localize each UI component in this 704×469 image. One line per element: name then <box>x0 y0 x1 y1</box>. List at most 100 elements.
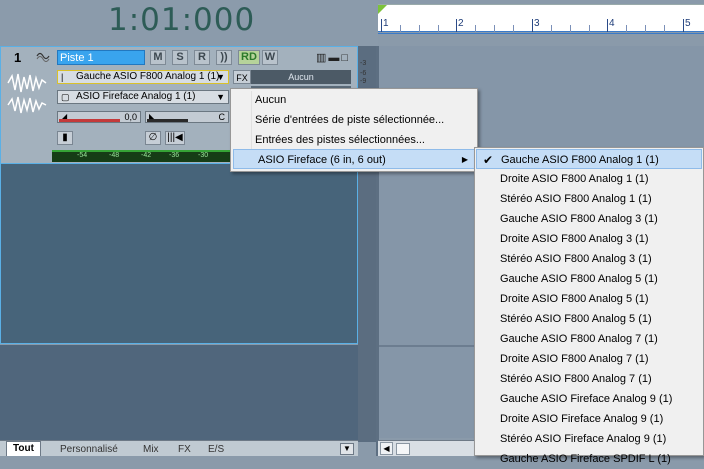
ruler-minor-tick <box>419 25 420 32</box>
maximize-icon[interactable]: □ <box>341 52 350 64</box>
waveform-icon <box>7 73 47 93</box>
menu-item-selected-inputs[interactable]: Entrées des pistes sélectionnées... <box>231 130 477 150</box>
tab-personnalise[interactable]: Personnalisé <box>54 443 124 456</box>
minimize-icon[interactable]: ▬ <box>328 52 341 64</box>
ruler-label: 3 <box>534 18 540 29</box>
track-input-value: Gauche ASIO F800 Analog 1 (1) <box>76 71 220 82</box>
tab-mix[interactable]: Mix <box>137 443 165 456</box>
menu-item-label: ASIO Fireface (6 in, 6 out) <box>258 154 386 166</box>
ruler-minor-tick <box>589 25 590 32</box>
menu-item-input-series[interactable]: Série d'entrées de piste sélectionnée... <box>231 110 477 130</box>
fx-chain-value[interactable]: Aucun <box>251 70 351 84</box>
volume-slider[interactable]: ◢ 0,0 <box>57 111 141 123</box>
ruler-tick <box>683 19 684 32</box>
ruler-tick <box>532 19 533 32</box>
submenu-item[interactable]: Droite ASIO F800 Analog 7 (1) <box>476 349 702 369</box>
ruler-minor-tick <box>513 25 514 32</box>
submenu-item[interactable]: Gauche ASIO Fireface SPDIF L (1) <box>476 449 702 469</box>
waveform-icon <box>7 96 47 114</box>
fx-button[interactable]: FX <box>233 70 251 84</box>
ruler-tick <box>456 19 457 32</box>
ruler-minor-tick <box>494 25 495 32</box>
scrollbar-thumb[interactable] <box>396 443 410 455</box>
output-icon: ▢ <box>61 92 70 102</box>
meter-db-label: -9 <box>360 78 367 85</box>
tab-es[interactable]: E/S <box>202 443 230 456</box>
record-arm-button[interactable]: R <box>194 50 210 65</box>
timeline-ruler[interactable]: 1 2 3 4 5 <box>378 4 704 32</box>
loop-marker-icon[interactable] <box>378 5 387 14</box>
ruler-minor-tick <box>438 25 439 32</box>
menu-item-asio-fireface[interactable]: ASIO Fireface (6 in, 6 out) ▶ <box>233 149 475 169</box>
time-display[interactable]: 1:01:000 <box>108 2 255 38</box>
submenu-item[interactable]: ✔ Gauche ASIO F800 Analog 1 (1) <box>476 149 702 169</box>
meter-scale-label: -36 <box>169 152 180 159</box>
meter-scale-label: -42 <box>141 152 152 159</box>
submenu-item[interactable]: Stéréo ASIO F800 Analog 7 (1) <box>476 369 702 389</box>
meter-scale-label: -54 <box>77 152 88 159</box>
submenu-item[interactable]: Gauche ASIO F800 Analog 3 (1) <box>476 209 702 229</box>
device-input-submenu: ✔ Gauche ASIO F800 Analog 1 (1) Droite A… <box>474 147 704 465</box>
solo-button[interactable]: S <box>172 50 188 65</box>
track-output-select[interactable]: ▢ ASIO Fireface Analog 1 (1) ▼ <box>57 90 229 104</box>
submenu-item[interactable]: Droite ASIO F800 Analog 3 (1) <box>476 229 702 249</box>
tab-tout[interactable]: Tout <box>6 441 41 456</box>
tab-fx[interactable]: FX <box>172 443 197 456</box>
track-input-select[interactable]: | Gauche ASIO F800 Analog 1 (1) ▼ <box>57 70 229 84</box>
submenu-arrow-icon: ▶ <box>461 155 468 164</box>
mute-button[interactable]: M <box>150 50 166 65</box>
track-name-field[interactable]: Piste 1 <box>57 50 145 65</box>
track-list-empty-area[interactable] <box>0 345 358 440</box>
meter-db-label: -6 <box>360 70 367 77</box>
checkmark-icon: ✔ <box>483 153 494 167</box>
level-meter: -54 -48 -42 -36 -30 <box>52 150 230 162</box>
ruler-label: 2 <box>458 18 464 29</box>
ruler-minor-tick <box>475 25 476 32</box>
submenu-item[interactable]: Droite ASIO F800 Analog 5 (1) <box>476 289 702 309</box>
menu-item-none[interactable]: Aucun <box>231 90 477 110</box>
volume-level-fill <box>59 119 120 122</box>
submenu-item[interactable]: Stéréo ASIO Fireface Analog 9 (1) <box>476 429 702 449</box>
submenu-item[interactable]: Gauche ASIO F800 Analog 5 (1) <box>476 269 702 289</box>
track-header-empty-area[interactable] <box>0 164 358 344</box>
submenu-item[interactable]: Gauche ASIO F800 Analog 7 (1) <box>476 329 702 349</box>
ruler-minor-tick <box>664 25 665 32</box>
meter-scale-label: -48 <box>109 152 120 159</box>
track-output-value: ASIO Fireface Analog 1 (1) <box>76 91 196 102</box>
pan-value: C <box>218 112 226 122</box>
ruler-label: 4 <box>609 18 615 29</box>
submenu-item[interactable]: Droite ASIO Fireface Analog 9 (1) <box>476 409 702 429</box>
meter-db-label: -3 <box>360 60 367 67</box>
pan-slider[interactable]: ◣ C <box>145 111 229 123</box>
meter-scale-label: -30 <box>198 152 209 159</box>
submenu-item[interactable]: Stéréo ASIO F800 Analog 1 (1) <box>476 189 702 209</box>
strip-icon[interactable]: ▥ <box>316 52 328 64</box>
ruler-tick <box>381 19 382 32</box>
track-window-controls[interactable]: ▥▬□ <box>316 51 350 64</box>
input-icon: | <box>61 72 64 82</box>
automation-read-button[interactable]: RD <box>238 50 260 65</box>
submenu-item[interactable]: Stéréo ASIO F800 Analog 5 (1) <box>476 309 702 329</box>
invert-phase-button[interactable]: ∅ <box>145 131 161 145</box>
chevron-down-icon[interactable]: ▼ <box>340 443 354 455</box>
dropdown-arrow-icon[interactable]: ▼ <box>216 71 225 83</box>
ruler-label: 5 <box>685 18 691 29</box>
submenu-item[interactable]: Gauche ASIO Fireface Analog 9 (1) <box>476 389 702 409</box>
ruler-minor-tick <box>626 25 627 32</box>
interleave-button[interactable]: |||◀ <box>165 131 185 145</box>
submenu-item[interactable]: Stéréo ASIO F800 Analog 3 (1) <box>476 249 702 269</box>
automation-write-button[interactable]: W <box>262 50 278 65</box>
phase-icon[interactable]: ▮ <box>57 131 73 145</box>
ruler-minor-tick <box>551 25 552 32</box>
pan-level-fill <box>147 119 188 122</box>
track-number: 1 <box>14 50 22 65</box>
scroll-left-icon[interactable]: ◀ <box>380 442 393 455</box>
ruler-minor-tick <box>645 25 646 32</box>
dropdown-arrow-icon[interactable]: ▼ <box>216 91 225 103</box>
ruler-minor-tick <box>400 25 401 32</box>
submenu-item-label: Gauche ASIO F800 Analog 1 (1) <box>501 154 659 166</box>
submenu-item[interactable]: Droite ASIO F800 Analog 1 (1) <box>476 169 702 189</box>
ruler-divider <box>378 33 704 34</box>
input-echo-button[interactable]: )) <box>216 50 232 65</box>
volume-value: 0,0 <box>124 112 137 122</box>
